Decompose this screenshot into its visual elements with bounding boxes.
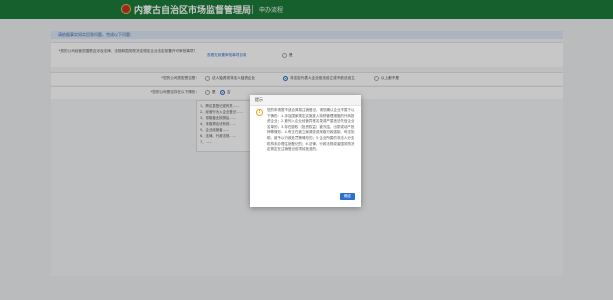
dialog-message: 您的申请暂不适合简易注销登记。请您确认企业不属于以下情形：1.涉及国家规定实施准… xyxy=(267,108,355,152)
warning-icon: ! xyxy=(256,109,263,116)
notice-dialog: 提示 ! 您的申请暂不适合简易注销登记。请您确认企业不属于以下情形：1.涉及国家… xyxy=(250,95,361,207)
confirm-button[interactable]: 确定 xyxy=(340,193,355,200)
dialog-header: 提示 xyxy=(250,95,361,106)
dialog-title: 提示 xyxy=(255,97,263,102)
